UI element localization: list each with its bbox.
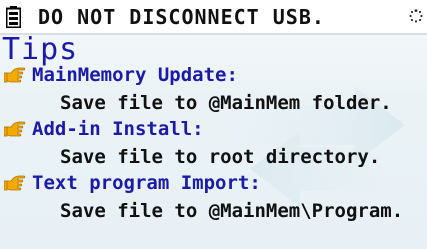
tip-heading-row: Add-in Install:	[4, 116, 204, 142]
battery-icon	[6, 6, 21, 28]
tip-heading: MainMemory Update:	[32, 64, 238, 86]
pointing-hand-icon	[4, 175, 26, 191]
status-bar: DO NOT DISCONNECT USB.	[0, 0, 427, 35]
status-message: DO NOT DISCONNECT USB.	[38, 5, 325, 29]
tip-heading-row: MainMemory Update:	[4, 62, 238, 88]
pointing-hand-icon	[4, 121, 26, 137]
tip-detail: Save file to @MainMem folder.	[60, 92, 392, 114]
tip-heading: Text program Import:	[32, 172, 261, 194]
pointing-hand-icon	[4, 67, 26, 83]
tip-detail: Save file to root directory.	[60, 146, 381, 168]
busy-spinner-icon	[409, 9, 423, 23]
tip-heading-row: Text program Import:	[4, 170, 261, 196]
calculator-screen: DO NOT DISCONNECT USB. Tips MainMemory U…	[0, 0, 427, 249]
tip-detail: Save file to @MainMem\Program.	[60, 200, 404, 222]
tip-heading: Add-in Install:	[32, 118, 204, 140]
